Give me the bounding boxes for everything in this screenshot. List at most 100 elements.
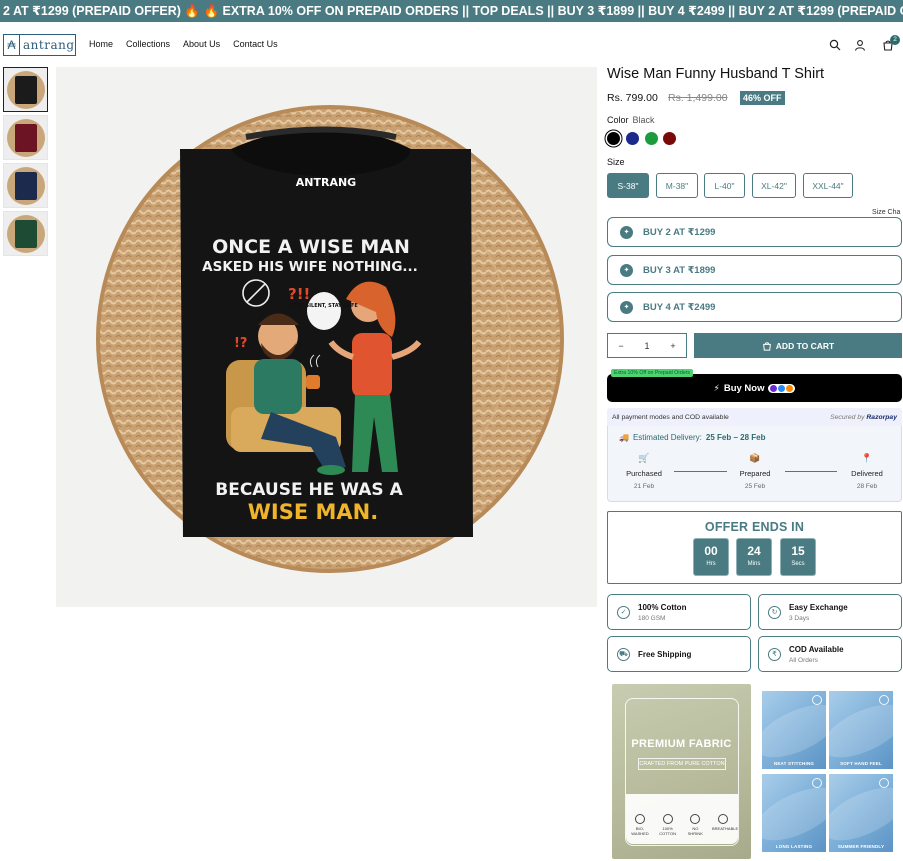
countdown-title: OFFER ENDS IN (704, 520, 805, 534)
tile-neat-stitching: NEAT STITCHING (762, 691, 826, 769)
lightning-icon: ⚡ (713, 382, 720, 393)
progress-line (674, 471, 727, 472)
offer-label: BUY 2 AT ₹1299 (643, 226, 716, 238)
size-chart-link[interactable]: Size Cha (872, 209, 900, 216)
offer-label: BUY 3 AT ₹1899 (643, 264, 716, 276)
feature-cotton: ✓ 100% Cotton 180 GSM (607, 594, 751, 630)
fabric-icon-label: BIO-WASHED (631, 826, 649, 836)
nav-link-about[interactable]: About Us (183, 39, 220, 49)
search-icon[interactable] (829, 39, 841, 51)
feature-title: COD Available (789, 644, 844, 654)
nav-link-contact[interactable]: Contact Us (233, 39, 278, 49)
account-icon[interactable] (854, 39, 866, 51)
feature-cod: ₹ COD Available All Orders (758, 636, 902, 672)
step-date: 25 Feb (744, 483, 766, 490)
quantity-value[interactable]: 1 (644, 341, 649, 351)
feature-title: Free Shipping (638, 649, 692, 659)
brand-logo[interactable]: ₳ antrang (3, 34, 76, 56)
fabric-icons: BIO-WASHED 100% COTTON NO SHRINK BREATHA… (629, 814, 738, 836)
quantity-stepper: − 1 + (607, 333, 687, 358)
fabric-icon-label: BREATHABLE (711, 826, 739, 831)
buy-now-button[interactable]: ⚡ Buy Now (607, 374, 902, 402)
no-shrink-icon: NO SHRINK (684, 814, 706, 836)
cart-add-icon (762, 341, 771, 351)
fabric-icon-label: NO SHRINK (687, 826, 703, 836)
countdown-value: 15 (791, 544, 805, 558)
cotton-icon: 100% COTTON (657, 814, 679, 836)
swatch-navy[interactable] (626, 132, 639, 145)
feature-subtitle: All Orders (789, 656, 818, 664)
offer-buy-4[interactable]: ✦ BUY 4 AT ₹2499 (607, 292, 902, 322)
original-price: Rs. 1,499.00 (668, 92, 728, 104)
add-to-cart-button[interactable]: ADD TO CART (694, 333, 902, 358)
exchange-icon: ↻ (768, 605, 781, 619)
feather-icon (879, 695, 889, 705)
discount-badge: 46% OFF (740, 91, 785, 105)
nav-link-home[interactable]: Home (89, 39, 113, 49)
tile-summer-friendly: SUMMER FRIENDLY (829, 774, 893, 852)
countdown-value: 24 (747, 544, 761, 558)
thumbnail-green[interactable] (3, 211, 48, 256)
countdown-unit: Mins (747, 561, 761, 567)
quantity-decrease-button[interactable]: − (618, 341, 623, 351)
truck-icon: 🚚 (619, 433, 629, 442)
gallery-thumbnails (3, 67, 50, 259)
thumbnail-maroon[interactable] (3, 115, 48, 160)
offer-buy-2[interactable]: ✦ BUY 2 AT ₹1299 (607, 217, 902, 247)
pin-step-icon: 📍 (861, 453, 873, 463)
feature-title: 100% Cotton (638, 602, 687, 612)
estimated-delivery: 🚚 Estimated Delivery: 25 Feb – 28 Feb (619, 433, 765, 442)
size-option-l[interactable]: L-40" (704, 173, 745, 198)
nav-link-collections[interactable]: Collections (126, 39, 170, 49)
swatch-green[interactable] (645, 132, 658, 145)
countdown-minutes: 24 Mins (736, 538, 772, 576)
razorpay-logo: Razorpay (866, 413, 897, 421)
add-to-cart-label: ADD TO CART (775, 340, 835, 351)
tile-label: SUMMER FRIENDLY (837, 844, 885, 849)
offer-countdown: OFFER ENDS IN 00 Hrs 24 Mins 15 Secs (607, 511, 902, 584)
bio-washed-icon: BIO-WASHED (629, 814, 651, 836)
coffee-mug (306, 375, 320, 389)
thumbnail-black[interactable] (3, 67, 48, 112)
size-option-s[interactable]: S-38" (607, 173, 649, 198)
payment-info-bar: All payment modes and COD available Secu… (607, 408, 902, 426)
delivery-estimate-card: 🚚 Estimated Delivery: 25 Feb – 28 Feb 🛒 Pu… (607, 426, 902, 502)
offer-badge-icon: ✦ (620, 300, 633, 314)
countdown-hours: 00 Hrs (693, 538, 729, 576)
buy-now-label: Buy Now (723, 382, 765, 394)
shirt-line2: ASKED HIS WIFE NOTHING... (202, 259, 418, 275)
countdown-unit: Hrs (706, 561, 716, 567)
payment-modes-text: All payment modes and COD available (612, 413, 729, 421)
swatch-maroon[interactable] (663, 132, 676, 145)
countdown-value: 00 (704, 544, 718, 558)
cart-step-icon: 🛒 (638, 453, 650, 463)
product-photo: ANTRANG ONCE A WISE MAN ASKED HIS WIFE N… (96, 105, 564, 573)
step-label: Delivered (851, 469, 883, 478)
breathable-icon: BREATHABLE (712, 814, 738, 836)
swatch-black[interactable] (607, 132, 620, 145)
offer-buy-3[interactable]: ✦ BUY 3 AT ₹1899 (607, 255, 902, 285)
step-label: Purchased (626, 469, 662, 478)
thumbnail-navy[interactable] (3, 163, 48, 208)
step-prepared: 📦 Prepared 25 Feb (725, 453, 785, 490)
quantity-increase-button[interactable]: + (670, 341, 675, 351)
cart-count-badge: 2 (890, 35, 900, 45)
shirt-line1: ONCE A WISE MAN (212, 236, 410, 258)
estimated-delivery-label: Estimated Delivery: (632, 433, 702, 442)
shirt-brand-text: ANTRANG (296, 176, 356, 189)
size-option-xxl[interactable]: XXL-44" (803, 173, 853, 198)
needle-icon (812, 695, 822, 705)
main-nav: Home Collections About Us Contact Us (89, 39, 278, 49)
progress-line (785, 471, 837, 472)
sale-price: Rs. 799.00 (607, 92, 658, 104)
size-option-xl[interactable]: XL-42" (752, 173, 796, 198)
main-product-image[interactable]: ANTRANG ONCE A WISE MAN ASKED HIS WIFE N… (56, 67, 597, 607)
prepaid-offer-chip: Extra 10% Off on Prepaid Orders (611, 369, 694, 377)
size-label: Size (607, 157, 625, 167)
sun-icon (879, 778, 889, 788)
feature-title: Easy Exchange (789, 602, 848, 612)
bubble-text: STAY SILENT, STAY SAFE (290, 303, 358, 309)
premium-fabric-card: PREMIUM FABRIC CRAFTED FROM PURE COTTON … (612, 684, 751, 859)
size-option-m[interactable]: M-38" (656, 173, 698, 198)
tile-long-lasting: LONG LASTING (762, 774, 826, 852)
